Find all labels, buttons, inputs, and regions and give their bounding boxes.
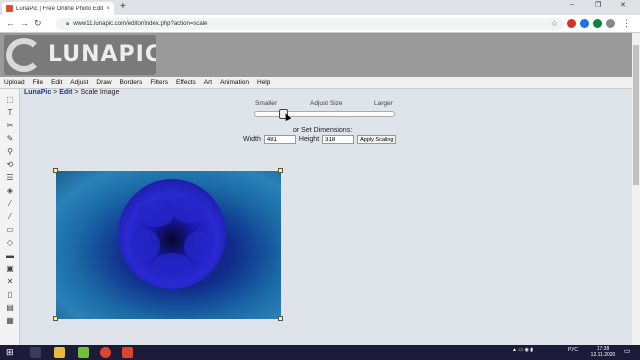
new-tab-button[interactable]: + xyxy=(120,1,126,13)
vpn-extension-icon[interactable] xyxy=(593,19,602,28)
apply-scaling-button[interactable]: Apply Scaling xyxy=(357,135,397,144)
maximize-button[interactable]: ❐ xyxy=(595,1,601,9)
layers-tool-icon[interactable]: ☰ xyxy=(5,173,15,183)
breadcrumb-edit-link[interactable]: Edit xyxy=(59,89,72,96)
larger-label: Larger xyxy=(374,100,393,107)
text-tool-icon[interactable]: T xyxy=(5,108,15,118)
adjust-size-label: Adjust Size xyxy=(310,100,343,107)
resize-handle-bottom-left[interactable] xyxy=(53,316,58,321)
bookmark-star-icon[interactable]: ☆ xyxy=(551,18,558,30)
menu-filters[interactable]: Filters xyxy=(146,77,172,88)
profile-avatar-icon[interactable] xyxy=(606,19,615,28)
width-label: Width xyxy=(243,136,261,143)
print-tool-icon[interactable]: ▤ xyxy=(5,303,15,313)
url-text: www11.lunapic.com/editor/index.php?actio… xyxy=(73,21,208,27)
rotate-tool-icon[interactable]: ⟲ xyxy=(5,160,15,170)
back-icon[interactable]: ← xyxy=(6,18,15,29)
editor-content: LunaPic > Edit > Scale Image Smaller Adj… xyxy=(20,89,632,345)
close-window-button[interactable]: ✕ xyxy=(620,1,626,9)
page-tool-icon[interactable]: ▯ xyxy=(5,290,15,300)
app-icon[interactable] xyxy=(78,347,89,358)
width-input[interactable] xyxy=(263,135,296,144)
editor-menu-bar: Upload File Edit Adjust Draw Borders Fil… xyxy=(0,77,640,89)
reload-icon[interactable]: ↻ xyxy=(34,18,42,29)
pencil-tool-icon[interactable]: ✎ xyxy=(5,134,15,144)
file-explorer-icon[interactable] xyxy=(54,347,65,358)
minimize-button[interactable]: – xyxy=(570,1,574,8)
dimensions-row: Width Height Apply Scaling xyxy=(243,135,397,144)
windows-taskbar: ⊞ ▲ ▭ ◉ ▮ РУС 17:38 12.11.2020 ▭ xyxy=(0,345,640,360)
zoom-tool-icon[interactable]: ⚲ xyxy=(5,147,15,157)
menu-draw[interactable]: Draw xyxy=(92,77,115,88)
save-tool-icon[interactable]: ▣ xyxy=(5,264,15,274)
logo-moon-icon xyxy=(6,38,42,72)
select-tool-icon[interactable]: ⬚ xyxy=(5,95,15,105)
opera-extension-icon[interactable] xyxy=(567,19,576,28)
windows-start-icon[interactable]: ⊞ xyxy=(6,347,17,358)
address-bar-row: ← → ↻ 🔒︎ www11.lunapic.com/editor/index.p… xyxy=(0,15,640,33)
lunapic-favicon-icon xyxy=(6,5,13,12)
task-view-icon[interactable] xyxy=(30,347,41,358)
clock[interactable]: 17:38 12.11.2020 xyxy=(590,346,616,358)
undo-tool-icon[interactable]: ▦ xyxy=(5,316,15,326)
folder-tool-icon[interactable]: ▭ xyxy=(5,225,15,235)
rose-petal xyxy=(138,201,174,227)
resize-handle-top-left[interactable] xyxy=(53,168,58,173)
rose-petal xyxy=(130,229,160,261)
resize-handle-bottom-right[interactable] xyxy=(278,316,283,321)
menu-edit[interactable]: Edit xyxy=(47,77,66,88)
tab-close-icon[interactable]: × xyxy=(106,6,110,12)
breadcrumb: LunaPic > Edit > Scale Image xyxy=(24,89,119,96)
menu-help[interactable]: Help xyxy=(253,77,274,88)
close-tool-icon[interactable]: ✕ xyxy=(5,277,15,287)
extension-icon[interactable] xyxy=(580,19,589,28)
chrome-icon[interactable] xyxy=(100,347,111,358)
image-canvas[interactable] xyxy=(56,171,281,319)
rose-petal xyxy=(152,253,192,279)
menu-upload[interactable]: Upload xyxy=(0,77,29,88)
eyedropper-tool-icon[interactable]: ⁄ xyxy=(5,199,15,209)
lock-icon: 🔒︎ xyxy=(66,21,70,27)
smaller-label: Smaller xyxy=(255,100,278,107)
menu-art[interactable]: Art xyxy=(200,77,216,88)
tab-title: LunaPic | Free Online Photo Edit xyxy=(16,5,104,12)
language-indicator[interactable]: РУС xyxy=(568,347,578,353)
brush-tool-icon[interactable]: ⁄ xyxy=(5,212,15,222)
url-field[interactable]: 🔒︎ www11.lunapic.com/editor/index.php?act… xyxy=(56,18,564,30)
notifications-icon[interactable]: ▭ xyxy=(624,347,631,355)
menu-effects[interactable]: Effects xyxy=(172,77,200,88)
fill-tool-icon[interactable]: ◈ xyxy=(5,186,15,196)
breadcrumb-current: Scale Image xyxy=(80,89,120,96)
rose-petal xyxy=(172,195,206,223)
rose-petal xyxy=(184,231,214,261)
breadcrumb-home-link[interactable]: LunaPic xyxy=(24,89,51,96)
tray-icons[interactable]: ▲ ▭ ◉ ▮ xyxy=(512,347,533,353)
logo-text: LUNAPIC xyxy=(48,42,156,67)
height-input[interactable] xyxy=(322,135,355,144)
stamp-tool-icon[interactable]: ▬ xyxy=(5,251,15,261)
site-header: LUNAPIC xyxy=(0,33,640,77)
scissors-tool-icon[interactable]: ✂ xyxy=(5,121,15,131)
menu-file[interactable]: File xyxy=(29,77,47,88)
scale-slider-track[interactable] xyxy=(254,111,395,117)
scrollbar-thumb[interactable] xyxy=(633,45,639,185)
browser-tab[interactable]: LunaPic | Free Online Photo Edit × xyxy=(2,2,114,15)
forward-icon[interactable]: → xyxy=(20,18,29,29)
blue-rose-image xyxy=(118,179,226,289)
camtasia-icon[interactable] xyxy=(122,347,133,358)
menu-borders[interactable]: Borders xyxy=(116,77,147,88)
height-label: Height xyxy=(298,136,320,143)
clock-date: 12.11.2020 xyxy=(590,352,616,358)
eraser-tool-icon[interactable]: ◇ xyxy=(5,238,15,248)
menu-animation[interactable]: Animation xyxy=(216,77,253,88)
page-scrollbar[interactable] xyxy=(632,33,640,345)
set-dimensions-label: or Set Dimensions: xyxy=(293,127,353,134)
tools-sidebar: ⬚ T ✂ ✎ ⚲ ⟲ ☰ ◈ ⁄ ⁄ ▭ ◇ ▬ ▣ ✕ ▯ ▤ ▦ xyxy=(0,89,20,345)
resize-handle-top-right[interactable] xyxy=(278,168,283,173)
menu-adjust[interactable]: Adjust xyxy=(66,77,92,88)
browser-menu-icon[interactable]: ⋮ xyxy=(622,18,631,29)
browser-tab-bar: LunaPic | Free Online Photo Edit × + – ❐… xyxy=(0,0,640,15)
lunapic-logo[interactable]: LUNAPIC xyxy=(4,35,156,75)
